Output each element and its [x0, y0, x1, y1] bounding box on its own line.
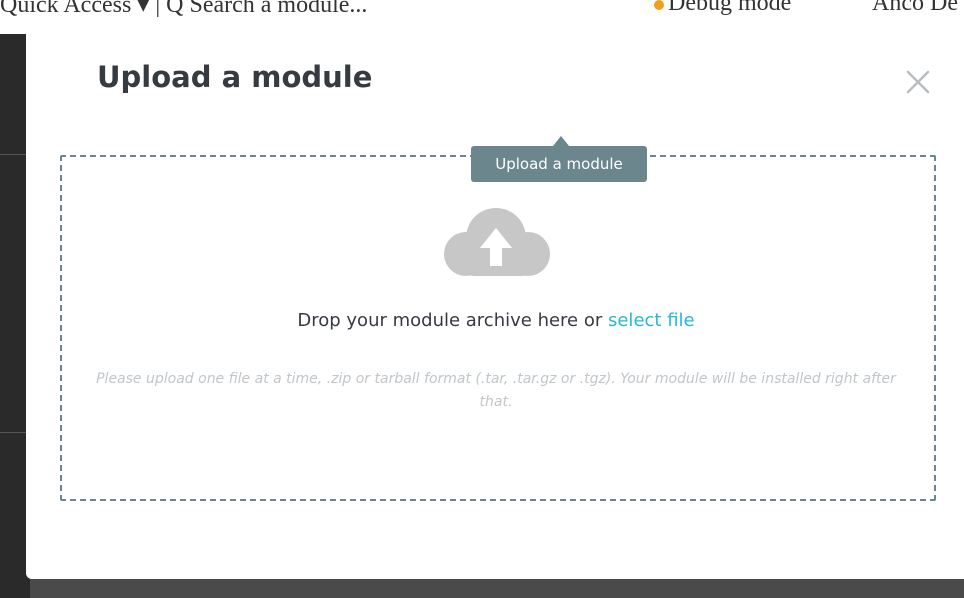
debug-mode-label[interactable]: Debug mode — [668, 0, 791, 17]
drop-instructions: Drop your module archive here or select … — [60, 310, 932, 331]
modal-title: Upload a module — [97, 60, 373, 94]
close-icon — [906, 70, 930, 94]
drop-text-label: Drop your module archive here or — [297, 310, 608, 331]
upload-module-modal: Upload a module Upload a module Drop you… — [26, 20, 964, 579]
quick-access-menu[interactable]: Quick Access ▾ | Q Search a module... — [0, 0, 367, 19]
debug-mode-icon — [654, 0, 664, 10]
close-button[interactable] — [900, 64, 936, 100]
upload-tooltip: Upload a module — [471, 146, 647, 182]
select-file-link[interactable]: select file — [608, 310, 695, 331]
user-menu[interactable]: Anco De — [872, 0, 958, 17]
upload-help-text: Please upload one file at a time, .zip o… — [96, 371, 896, 410]
tooltip-arrow — [553, 136, 569, 146]
cloud-upload-icon — [444, 208, 550, 276]
